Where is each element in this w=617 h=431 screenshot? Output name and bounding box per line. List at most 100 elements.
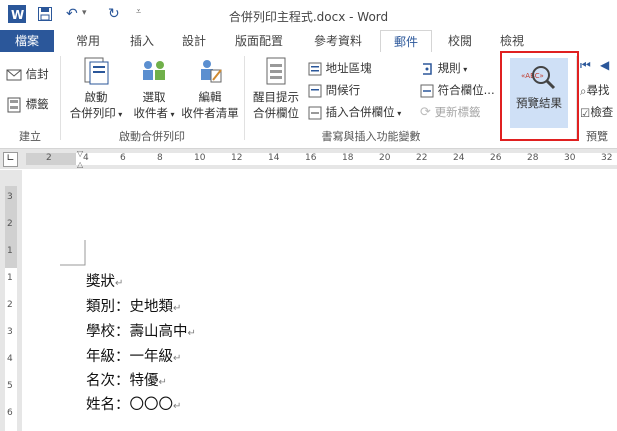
ruler-tick-label: 6	[7, 408, 13, 418]
address-block-button[interactable]: 地址區塊	[308, 58, 372, 78]
update-labels-label: 更新標籤	[434, 105, 481, 119]
doc-line-title[interactable]: 獎狀↵	[86, 270, 123, 291]
paragraph-mark-icon: ↵	[158, 377, 167, 388]
match-fields-label: 符合欄位...	[437, 83, 495, 97]
paragraph-mark-icon: ↵	[173, 401, 182, 412]
title-bar: W ↶ ▾ ↻ ⩡ 合併列印主程式.docx - Word	[0, 0, 617, 30]
find-label: 尋找	[586, 83, 610, 97]
horizontal-ruler[interactable]: ∟ ▽ △ 2 4 6 8 10 12 14 16 18 20 22 24 26 28 30 32	[0, 149, 617, 169]
doc-line-name[interactable]: 姓名：〇〇〇↵	[86, 393, 181, 414]
doc-line-rank[interactable]: 名次：特優↵	[86, 369, 167, 390]
labels-button[interactable]: 標籤	[6, 94, 49, 114]
tab-home[interactable]: 常用	[64, 30, 112, 52]
ruler-tick-label: 1	[7, 273, 13, 283]
highlight-fields-icon	[266, 57, 286, 85]
ruler-tick-label: 10	[194, 153, 206, 163]
ruler-tick-label: 14	[268, 153, 280, 163]
insert-field-label: 插入合併欄位	[325, 105, 395, 119]
paragraph-mark-icon: ↵	[173, 303, 182, 314]
ruler-tick-label: 8	[157, 153, 163, 163]
chevron-down-icon: ▾	[460, 65, 468, 74]
ruler-tick-label: 4	[83, 153, 89, 163]
insert-field-icon	[308, 106, 322, 119]
ruler-tick-label: 18	[342, 153, 354, 163]
ruler-tick-label: 22	[416, 153, 428, 163]
paragraph-mark-icon: ↵	[115, 278, 124, 289]
window-title: 合併列印主程式.docx - Word	[228, 10, 389, 24]
ruler-tick-label: 6	[120, 153, 126, 163]
doc-line-school[interactable]: 學校：壽山高中↵	[86, 320, 196, 341]
ruler-tick-label: 26	[490, 153, 502, 163]
labels-label: 標籤	[25, 97, 49, 111]
paragraph-mark-icon: ↵	[187, 328, 196, 339]
address-block-icon	[308, 62, 322, 75]
ruler-tick-label: 3	[7, 192, 13, 202]
tab-mailings[interactable]: 郵件	[380, 30, 432, 54]
refresh-icon: ⟳	[420, 104, 431, 120]
ruler-tick-label: 28	[527, 153, 539, 163]
tab-view[interactable]: 檢視	[488, 30, 536, 52]
check-icon: ☑	[580, 105, 591, 120]
match-fields-icon	[420, 84, 434, 97]
group-create-label: 建立	[19, 130, 41, 143]
match-fields-button[interactable]: 符合欄位...	[420, 80, 495, 100]
edit-list-line2: 收件者清單	[181, 106, 239, 120]
ruler-tick-label: 12	[231, 153, 243, 163]
ribbon-tabs: 檔案 常用 插入 設計 版面配置 參考資料 郵件 校閱 檢視	[0, 30, 617, 54]
ruler-numbers: 2 4 6 8 10 12 14 16 18 20 22 24 26 28 30 32	[0, 153, 617, 165]
ruler-tick-label: 3	[7, 327, 13, 337]
ruler-tick-label: 2	[7, 300, 13, 310]
envelopes-button[interactable]: 信封	[6, 64, 49, 84]
tab-references[interactable]: 參考資料	[302, 30, 374, 52]
ruler-tick-label: 24	[453, 153, 465, 163]
tab-design[interactable]: 設計	[170, 30, 218, 52]
chevron-down-icon: ▾	[115, 110, 123, 119]
start-merge-icon	[84, 57, 109, 85]
select-recipients-line1: 選取	[142, 90, 166, 104]
rules-icon	[423, 62, 432, 75]
find-recipient-button[interactable]: ⌕尋找	[580, 80, 617, 100]
ruler-tick-label: 2	[7, 219, 13, 229]
tab-layout[interactable]: 版面配置	[222, 30, 296, 52]
chevron-down-icon: ▾	[167, 110, 175, 119]
vertical-ruler[interactable]: 3 2 1 1 2 3 4 5 6	[0, 170, 22, 431]
ruler-tick-label: 5	[7, 381, 13, 391]
ruler-tick-label: 2	[46, 153, 52, 163]
group-preview-label: 預覽	[586, 130, 608, 143]
tab-review[interactable]: 校閱	[436, 30, 484, 52]
separator	[244, 56, 245, 140]
page-corner-mark	[60, 240, 86, 266]
tab-insert[interactable]: 插入	[118, 30, 166, 52]
start-mail-merge-button[interactable]: 啟動 合併列印 ▾	[66, 56, 126, 126]
start-merge-line2: 合併列印	[69, 106, 116, 120]
group-start-label: 啟動合併列印	[119, 130, 185, 143]
previous-record-icon[interactable]: ◀	[600, 58, 609, 72]
rules-label: 規則	[437, 61, 461, 75]
highlight-line1: 醒目提示	[253, 90, 299, 104]
doc-line-grade[interactable]: 年級：一年級↵	[86, 345, 181, 366]
address-block-label: 地址區塊	[325, 61, 372, 75]
recipients-icon	[143, 61, 165, 80]
insert-merge-field-button[interactable]: 插入合併欄位 ▾	[308, 102, 401, 122]
envelope-icon	[6, 69, 22, 80]
greeting-line-button[interactable]: 問候行	[308, 80, 360, 100]
labels-icon	[7, 97, 21, 112]
first-record-icon[interactable]: ⏮	[580, 58, 591, 73]
greeting-line-label: 問候行	[325, 83, 361, 97]
doc-line-category[interactable]: 類別：史地類↵	[86, 295, 181, 316]
separator	[60, 56, 61, 140]
rules-button[interactable]: 規則 ▾	[420, 58, 467, 78]
highlight-frame	[500, 51, 579, 141]
ruler-numbers: 3 2 1 1 2 3 4 5 6	[5, 170, 17, 431]
highlight-merge-fields-button[interactable]: 醒目提示 合併欄位	[248, 56, 304, 126]
envelopes-label: 信封	[25, 67, 49, 81]
edit-recipient-list-button[interactable]: 編輯 收件者清單	[180, 56, 240, 126]
update-labels-button[interactable]: ⟳ 更新標籤	[420, 102, 481, 122]
select-recipients-line2: 收件者	[133, 106, 168, 120]
tab-file[interactable]: 檔案	[0, 30, 54, 52]
chevron-down-icon: ▾	[394, 109, 402, 118]
select-recipients-button[interactable]: 選取 收件者 ▾	[126, 56, 182, 126]
check-errors-button[interactable]: ☑檢查	[580, 102, 617, 122]
highlight-line2: 合併欄位	[253, 106, 299, 120]
ruler-tick-label: 32	[601, 153, 613, 163]
